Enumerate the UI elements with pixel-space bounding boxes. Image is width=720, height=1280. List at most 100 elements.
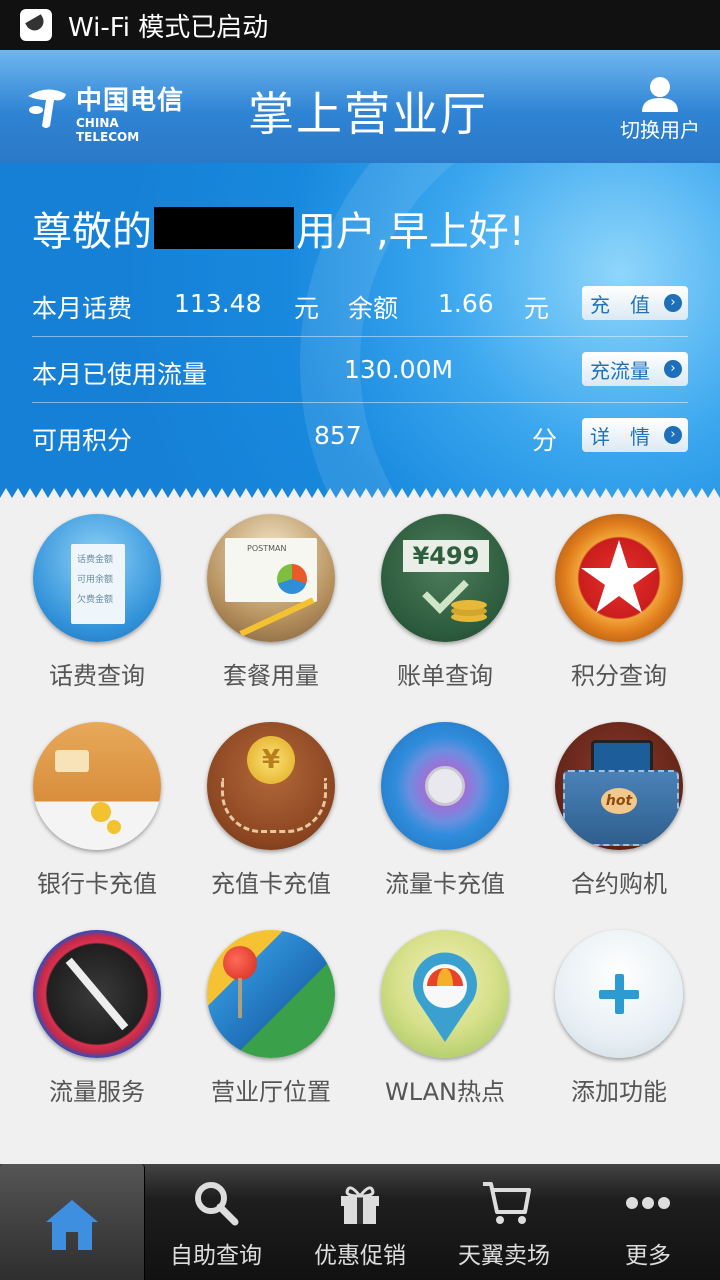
ticket-edge (0, 488, 720, 498)
points-detail-button-label: 详 情 (590, 424, 650, 449)
status-bar: Wi-Fi 模式已启动 (0, 0, 720, 50)
feature-label: 积分查询 (571, 662, 667, 690)
data-card-icon (381, 722, 509, 850)
contract-phone-icon: hot (555, 722, 683, 850)
bill-icon-line: 欠费金额 (77, 595, 114, 605)
feature-store-location[interactable]: 营业厅位置 (184, 914, 358, 1114)
bill-detail-icon: ¥499 (381, 514, 509, 642)
feature-package-usage[interactable]: POSTMAN 套餐用量 (184, 498, 358, 698)
feature-contract-phone[interactable]: hot 合约购机 (532, 706, 706, 906)
points-detail-button[interactable]: 详 情 › (582, 418, 688, 452)
balance-value: 1.66 (438, 289, 494, 318)
feature-label: 充值卡充值 (211, 870, 331, 898)
feature-label: 流量服务 (49, 1078, 145, 1106)
feature-label: 流量卡充值 (385, 870, 505, 898)
data-label: 本月已使用流量 (32, 360, 208, 389)
package-card-text: POSTMAN (247, 544, 287, 553)
add-icon (555, 930, 683, 1058)
recharge-button[interactable]: 充 值 › (582, 286, 688, 320)
feature-data-service[interactable]: 流量服务 (10, 914, 184, 1114)
recharge-data-button[interactable]: 充流量 › (582, 352, 688, 386)
feature-label: 添加功能 (571, 1078, 667, 1106)
china-telecom-logo: 中国电信 CHINA TELECOM (24, 80, 185, 144)
chevron-right-icon: › (664, 294, 682, 312)
bill-row: 本月话费 113.48 元 余额 1.66 元 充 值 › (0, 271, 720, 337)
feature-data-card-recharge[interactable]: 流量卡充值 (358, 706, 532, 906)
data-value: 130.00M (344, 355, 454, 384)
user-icon (642, 77, 678, 112)
star-icon (581, 540, 657, 613)
greeting: 尊敬的 用户,早上好! (32, 199, 525, 257)
search-icon (195, 1182, 239, 1226)
feature-label: WLAN热点 (384, 1078, 506, 1106)
location-balloon-icon (413, 952, 477, 1042)
points-label: 可用积分 (32, 426, 133, 455)
chevron-right-icon: › (664, 360, 682, 378)
switch-user-button[interactable]: 切换用户 (612, 76, 708, 143)
telecom-logo-icon (28, 89, 66, 128)
cart-icon (483, 1182, 531, 1224)
feature-voucher-recharge[interactable]: ¥ 充值卡充值 (184, 706, 358, 906)
feature-bill-detail[interactable]: ¥499 账单查询 (358, 498, 532, 698)
points-unit: 分 (532, 426, 558, 455)
voucher-card-icon: ¥ (207, 722, 335, 850)
bottom-tab-bar: 自助查询 优惠促销 天翼卖场 更多 (0, 1164, 720, 1280)
tab-promotions[interactable]: 优惠促销 (288, 1164, 432, 1280)
feature-label: 合约购机 (571, 870, 667, 898)
tab-self-service[interactable]: 自助查询 (144, 1164, 288, 1280)
feature-add-function[interactable]: 添加功能 (532, 914, 706, 1114)
notification-app-icon (20, 9, 52, 41)
bill-amount-text: ¥499 (403, 540, 489, 572)
feature-wlan-hotspot[interactable]: WLAN热点 (358, 914, 532, 1114)
tab-label: 自助查询 (170, 1243, 262, 1269)
points-query-icon (555, 514, 683, 642)
hot-badge-text: hot (601, 788, 637, 814)
feature-label: 账单查询 (397, 662, 493, 690)
status-text: Wi-Fi 模式已启动 (68, 12, 269, 43)
bill-icon-line: 话费金额 (77, 555, 114, 565)
feature-label: 话费查询 (49, 662, 145, 690)
wlan-hotspot-icon (381, 930, 509, 1058)
feature-grid: 话费金额 可用余额 欠费金额 话费查询 POSTMAN 套餐用量 ¥499 账单… (0, 498, 720, 1164)
gift-icon (341, 1186, 379, 1224)
home-icon (46, 1200, 98, 1250)
greeting-suffix: 用户,早上好! (296, 209, 525, 255)
tab-home[interactable] (0, 1164, 145, 1280)
data-usage-row: 本月已使用流量 130.00M 充流量 › (0, 337, 720, 403)
feature-points-query[interactable]: 积分查询 (532, 498, 706, 698)
map-pin-icon (207, 930, 335, 1058)
greeting-prefix: 尊敬的 (32, 209, 152, 255)
logo-cn-text: 中国电信 (76, 86, 185, 116)
tab-label: 更多 (625, 1243, 671, 1269)
switch-user-label: 切换用户 (620, 118, 700, 142)
recharge-data-button-label: 充流量 (590, 358, 650, 383)
bill-value: 113.48 (174, 289, 262, 318)
compass-icon (33, 930, 161, 1058)
chevron-right-icon: › (664, 426, 682, 444)
feature-label: 银行卡充值 (37, 870, 157, 898)
tab-more[interactable]: 更多 (576, 1164, 720, 1280)
page-title: 掌上营业厅 (248, 87, 488, 141)
tab-tianyi-store[interactable]: 天翼卖场 (432, 1164, 576, 1280)
balance-unit: 元 (524, 294, 550, 323)
header: 中国电信 CHINA TELECOM 掌上营业厅 切换用户 (0, 50, 720, 163)
tab-label: 优惠促销 (314, 1243, 406, 1269)
bill-icon-line: 可用余额 (77, 575, 114, 585)
more-icon (626, 1197, 670, 1209)
package-usage-icon: POSTMAN (207, 514, 335, 642)
tab-label: 天翼卖场 (458, 1243, 550, 1269)
points-value: 857 (314, 421, 362, 450)
recharge-button-label: 充 值 (590, 292, 650, 317)
bank-card-icon (33, 722, 161, 850)
account-panel: 尊敬的 用户,早上好! 本月话费 113.48 元 余额 1.66 元 充 值 … (0, 163, 720, 498)
logo-en-text: CHINA TELECOM (76, 116, 140, 144)
masked-username (154, 207, 294, 249)
feature-bank-card-recharge[interactable]: 银行卡充值 (10, 706, 184, 906)
points-row: 可用积分 857 分 详 情 › (0, 403, 720, 469)
bill-label: 本月话费 (32, 294, 133, 323)
feature-label: 套餐用量 (223, 662, 319, 690)
feature-label: 营业厅位置 (211, 1078, 331, 1106)
bill-query-icon: 话费金额 可用余额 欠费金额 (33, 514, 161, 642)
bill-unit: 元 (294, 294, 320, 323)
feature-bill-query[interactable]: 话费金额 可用余额 欠费金额 话费查询 (10, 498, 184, 698)
